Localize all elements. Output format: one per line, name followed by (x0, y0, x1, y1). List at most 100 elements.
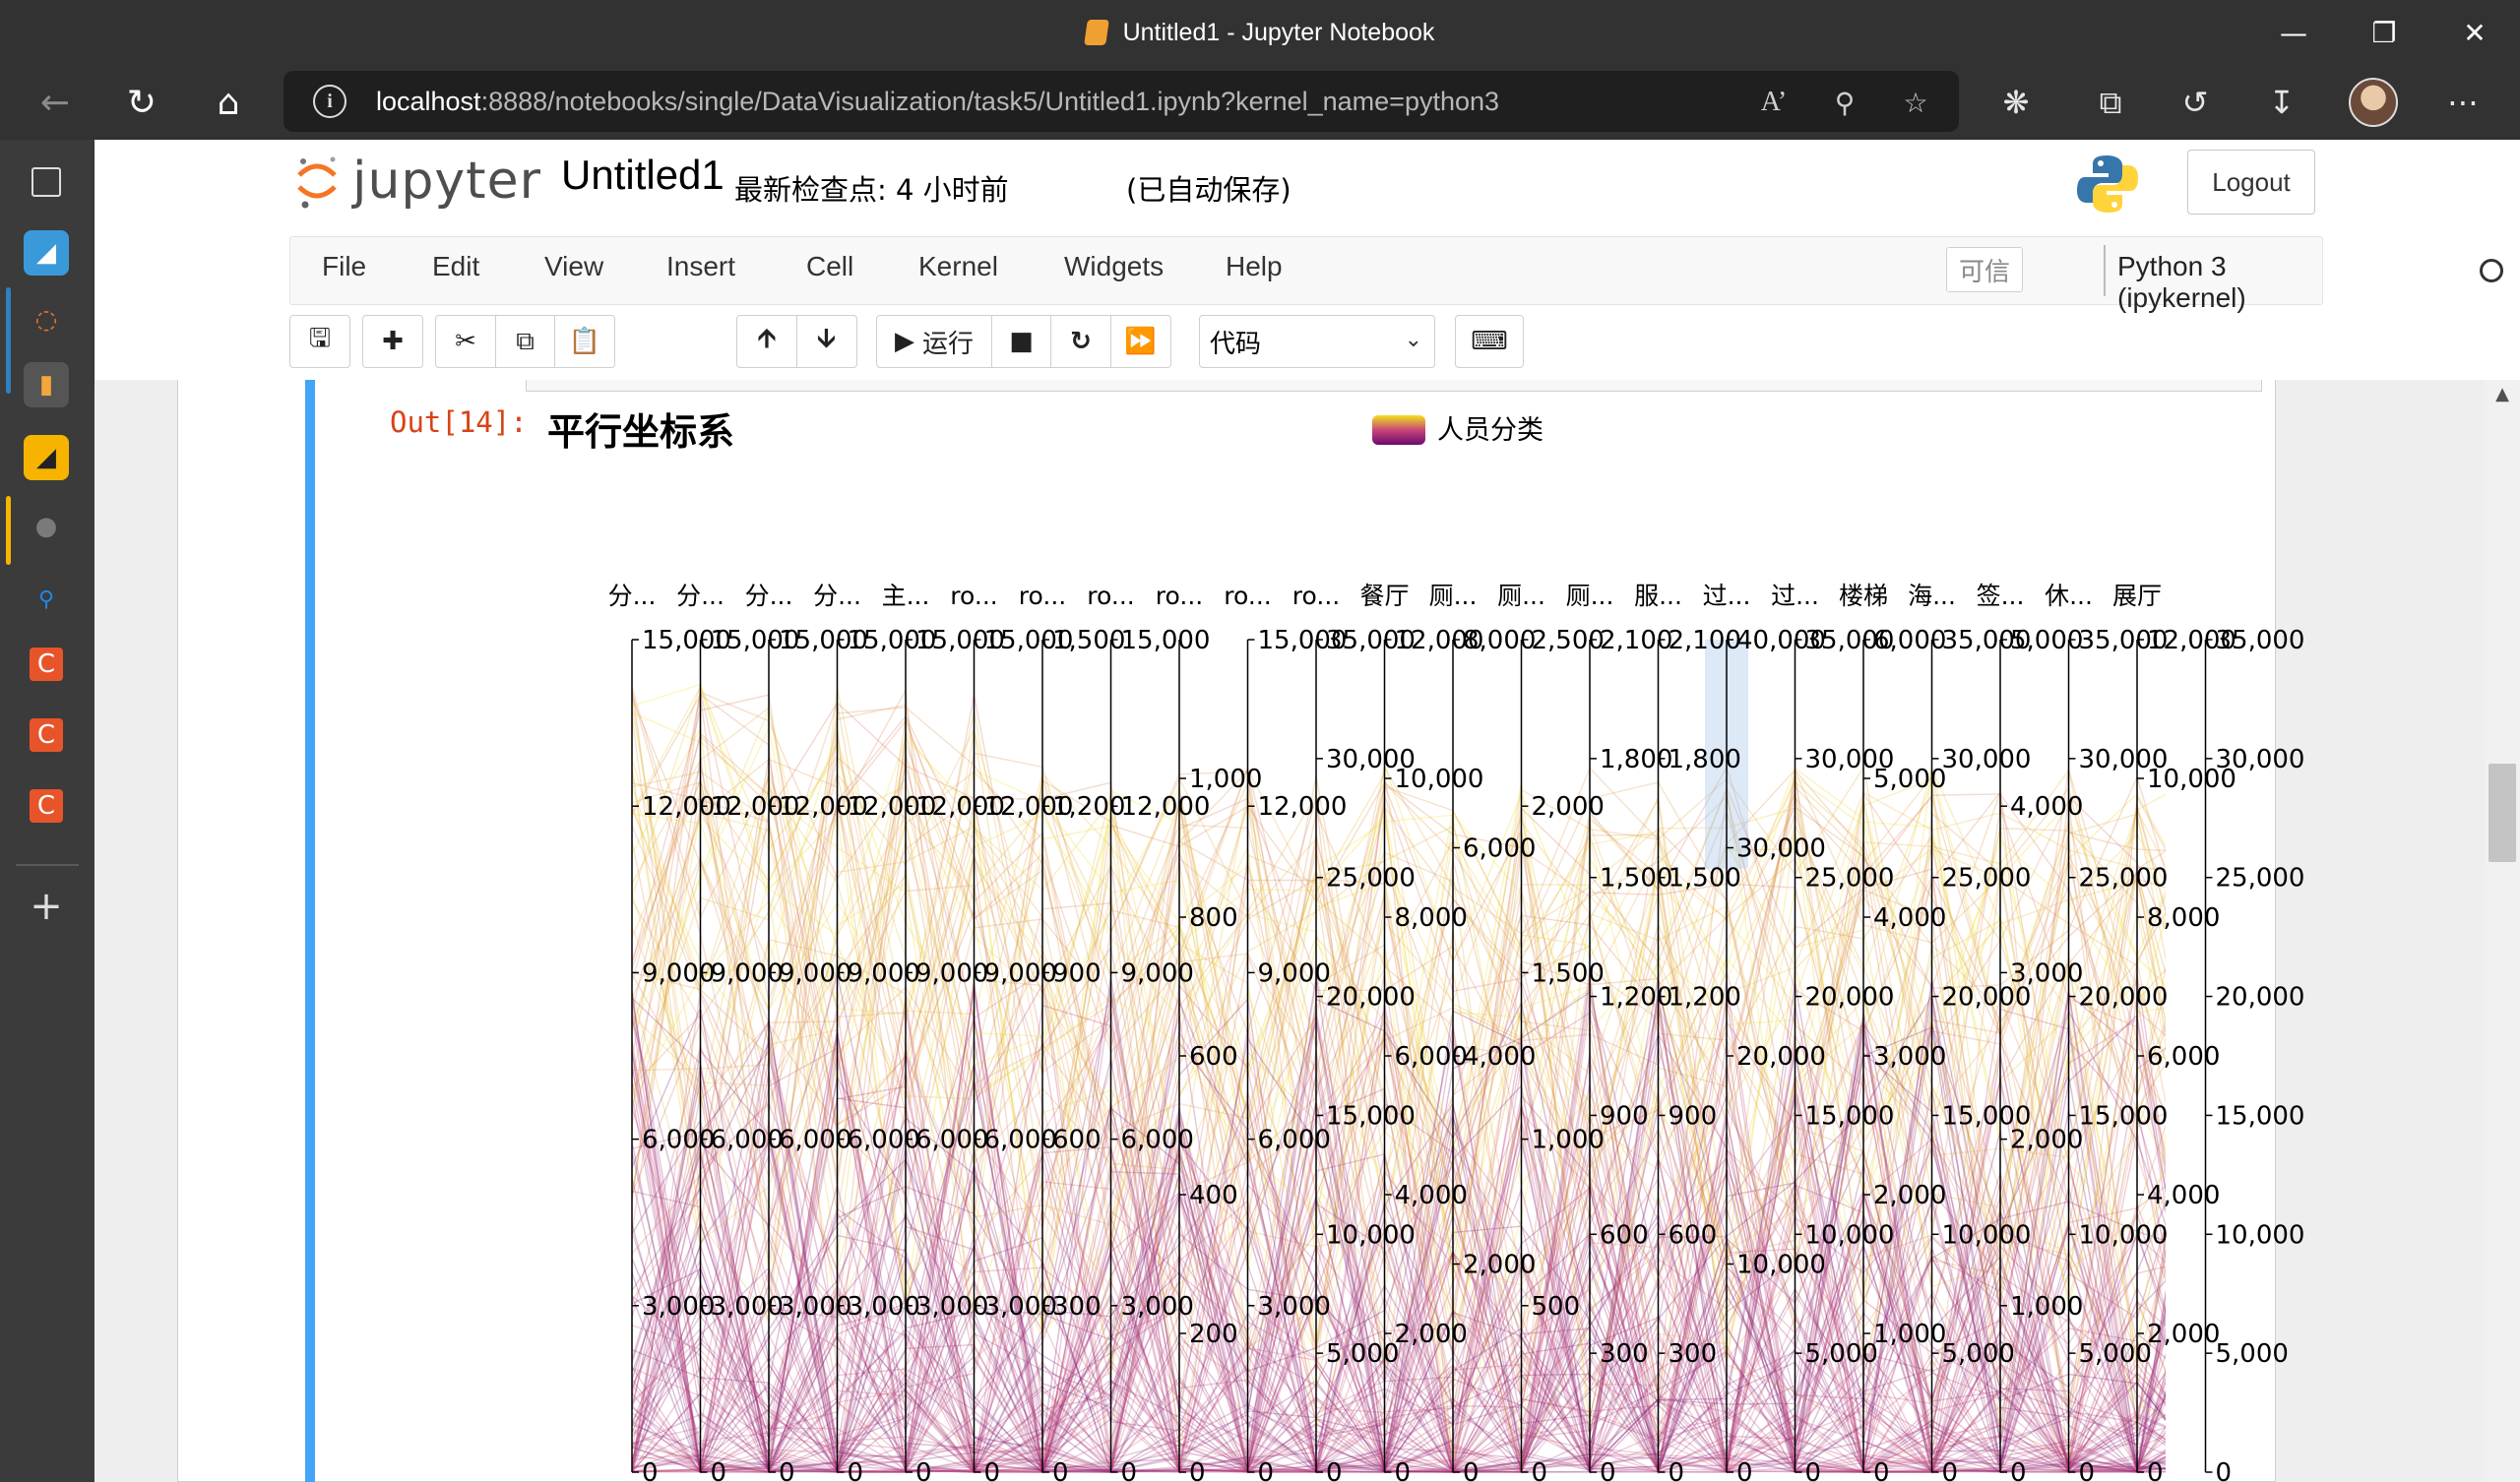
axis-tick-label: 3,000 (1258, 1292, 1331, 1322)
axis-tick-label: 300 (1669, 1339, 1718, 1369)
axis-tick-label: 5,000 (1942, 1339, 2015, 1369)
axis-tick-label: 3,000 (1121, 1292, 1194, 1322)
axis-name: 展厅 (2112, 582, 2162, 610)
axis-tick-label: 0 (848, 1458, 864, 1482)
axis-tick-label: 0 (1532, 1458, 1548, 1482)
axis-tick-label: 200 (1189, 1320, 1238, 1349)
axis-tick-label: 20,000 (1805, 983, 1895, 1013)
axis-tick-label: 0 (642, 1458, 659, 1482)
axis-tick-label: 6,000 (779, 1126, 851, 1155)
axis-name: 厕... (1497, 582, 1545, 610)
axis-tick-label: 12,000 (1121, 792, 1211, 822)
axis-tick-label: 0 (1052, 1458, 1069, 1482)
axis-tick-label: 0 (1600, 1458, 1616, 1482)
axis-tick-label: 2,000 (1463, 1251, 1536, 1280)
axis-tick-label: 0 (1121, 1458, 1138, 1482)
axis-tick-label: 10,000 (1736, 1251, 1826, 1280)
axis-tick-label: 2,000 (2010, 1126, 2083, 1155)
axis-name: ro... (950, 582, 997, 610)
axis-tick-label: 0 (1805, 1458, 1822, 1482)
axis-tick-label: 5,000 (2079, 1339, 2152, 1369)
axis-tick-label: 20,000 (2216, 983, 2305, 1013)
axis-name: ro... (1224, 582, 1271, 610)
axis-tick-label: 300 (1052, 1292, 1102, 1322)
axis-name: 厕... (1429, 582, 1478, 610)
axis-tick-label: 3,000 (642, 1292, 715, 1322)
axis-tick-label: 800 (1189, 903, 1238, 933)
axis-tick-label: 600 (1052, 1126, 1102, 1155)
axis-name: 过... (1703, 582, 1751, 610)
axis-tick-label: 6,000 (1395, 1042, 1468, 1072)
axis-tick-label: 3,000 (711, 1292, 784, 1322)
axis-tick-label: 30,000 (1942, 745, 2032, 774)
axis-tick-label: 6,000 (1463, 834, 1536, 864)
axis-tick-label: 6,000 (1873, 626, 1946, 655)
axis-tick-label: 10,000 (2079, 1220, 2169, 1250)
axis-tick-label: 0 (915, 1458, 932, 1482)
axis-tick-label: 0 (2010, 1458, 2027, 1482)
axis-name: 分... (745, 582, 793, 610)
axis-tick-label: 6,000 (848, 1126, 920, 1155)
axis-tick-label: 1,500 (1532, 958, 1605, 988)
axis-tick-label: 15,000 (2216, 1101, 2305, 1131)
axis-tick-label: 10,000 (1326, 1220, 1416, 1250)
axis-tick-label: 35,000 (2216, 626, 2305, 655)
axis-tick-label: 10,000 (1942, 1220, 2032, 1250)
axis-tick-label: 3,000 (779, 1292, 851, 1322)
axis-name: 海... (1908, 582, 1956, 610)
axis-tick-label: 4,000 (2147, 1181, 2220, 1210)
axis-tick-label: 5,000 (1805, 1339, 1878, 1369)
axis-name: 服... (1634, 582, 1682, 610)
axis-tick-label: 15,000 (2079, 1101, 2169, 1131)
parallel-axis[interactable]: 0 5,000 10,000 15,000 20,000 25,000 30,000 35,0… (2204, 626, 2305, 1482)
axis-tick-label: 0 (1873, 1458, 1890, 1482)
axis-tick-label: 2,000 (1532, 792, 1605, 822)
axis-tick-label: 6,000 (711, 1126, 784, 1155)
axis-tick-label: 5,000 (1326, 1339, 1399, 1369)
axis-name: 厕... (1566, 582, 1614, 610)
axis-tick-label: 900 (1600, 1101, 1649, 1131)
axis-tick-label: 15,000 (1121, 626, 1211, 655)
axis-tick-label: 9,000 (711, 958, 784, 988)
axis-tick-label: 1,500 (1052, 626, 1125, 655)
axis-name: 分... (813, 582, 861, 610)
axis-tick-label: 0 (2079, 1458, 2096, 1482)
axis-tick-label: 12,000 (1258, 792, 1348, 822)
axis-tick-label: 15,000 (1805, 1101, 1895, 1131)
axis-tick-label: 6,000 (642, 1126, 715, 1155)
axis-tick-label: 30,000 (2216, 745, 2305, 774)
axis-tick-label: 600 (1600, 1220, 1649, 1250)
axis-name: ro... (1019, 582, 1066, 610)
axis-tick-label: 2,000 (2147, 1320, 2220, 1349)
axis-tick-label: 2,100 (1669, 626, 1741, 655)
axis-tick-label: 10,000 (1805, 1220, 1895, 1250)
axis-tick-label: 0 (2216, 1458, 2233, 1482)
axis-tick-label: 9,000 (915, 958, 988, 988)
axis-tick-label: 0 (1326, 1458, 1343, 1482)
axis-tick-label: 4,000 (1395, 1181, 1468, 1210)
axis-tick-label: 5,000 (1873, 765, 1946, 794)
axis-tick-label: 4,000 (1873, 903, 1946, 933)
axis-tick-label: 2,000 (1873, 1181, 1946, 1210)
axis-tick-label: 0 (1736, 1458, 1753, 1482)
axis-tick-label: 0 (779, 1458, 795, 1482)
axis-name: 主... (882, 582, 930, 610)
axis-name: 过... (1771, 582, 1819, 610)
axis-tick-label: 25,000 (1326, 864, 1416, 894)
axis-tick-label: 20,000 (2079, 983, 2169, 1013)
axis-tick-label: 15,000 (1326, 1101, 1416, 1131)
axis-tick-label: 10,000 (2216, 1220, 2305, 1250)
axis-tick-label: 500 (1532, 1292, 1581, 1322)
axis-tick-label: 3,000 (915, 1292, 988, 1322)
axis-tick-label: 0 (1942, 1458, 1959, 1482)
axis-tick-label: 300 (1600, 1339, 1649, 1369)
axis-tick-label: 3,000 (984, 1292, 1057, 1322)
axis-tick-label: 0 (1189, 1458, 1206, 1482)
axis-tick-label: 1,000 (1873, 1320, 1946, 1349)
axis-tick-label: 25,000 (2079, 864, 2169, 894)
axis-tick-label: 30,000 (1736, 834, 1826, 864)
axis-tick-label: 400 (1189, 1181, 1238, 1210)
axis-tick-label: 9,000 (642, 958, 715, 988)
axis-tick-label: 0 (984, 1458, 1001, 1482)
legend[interactable]: 人员分类 (1372, 415, 1544, 446)
